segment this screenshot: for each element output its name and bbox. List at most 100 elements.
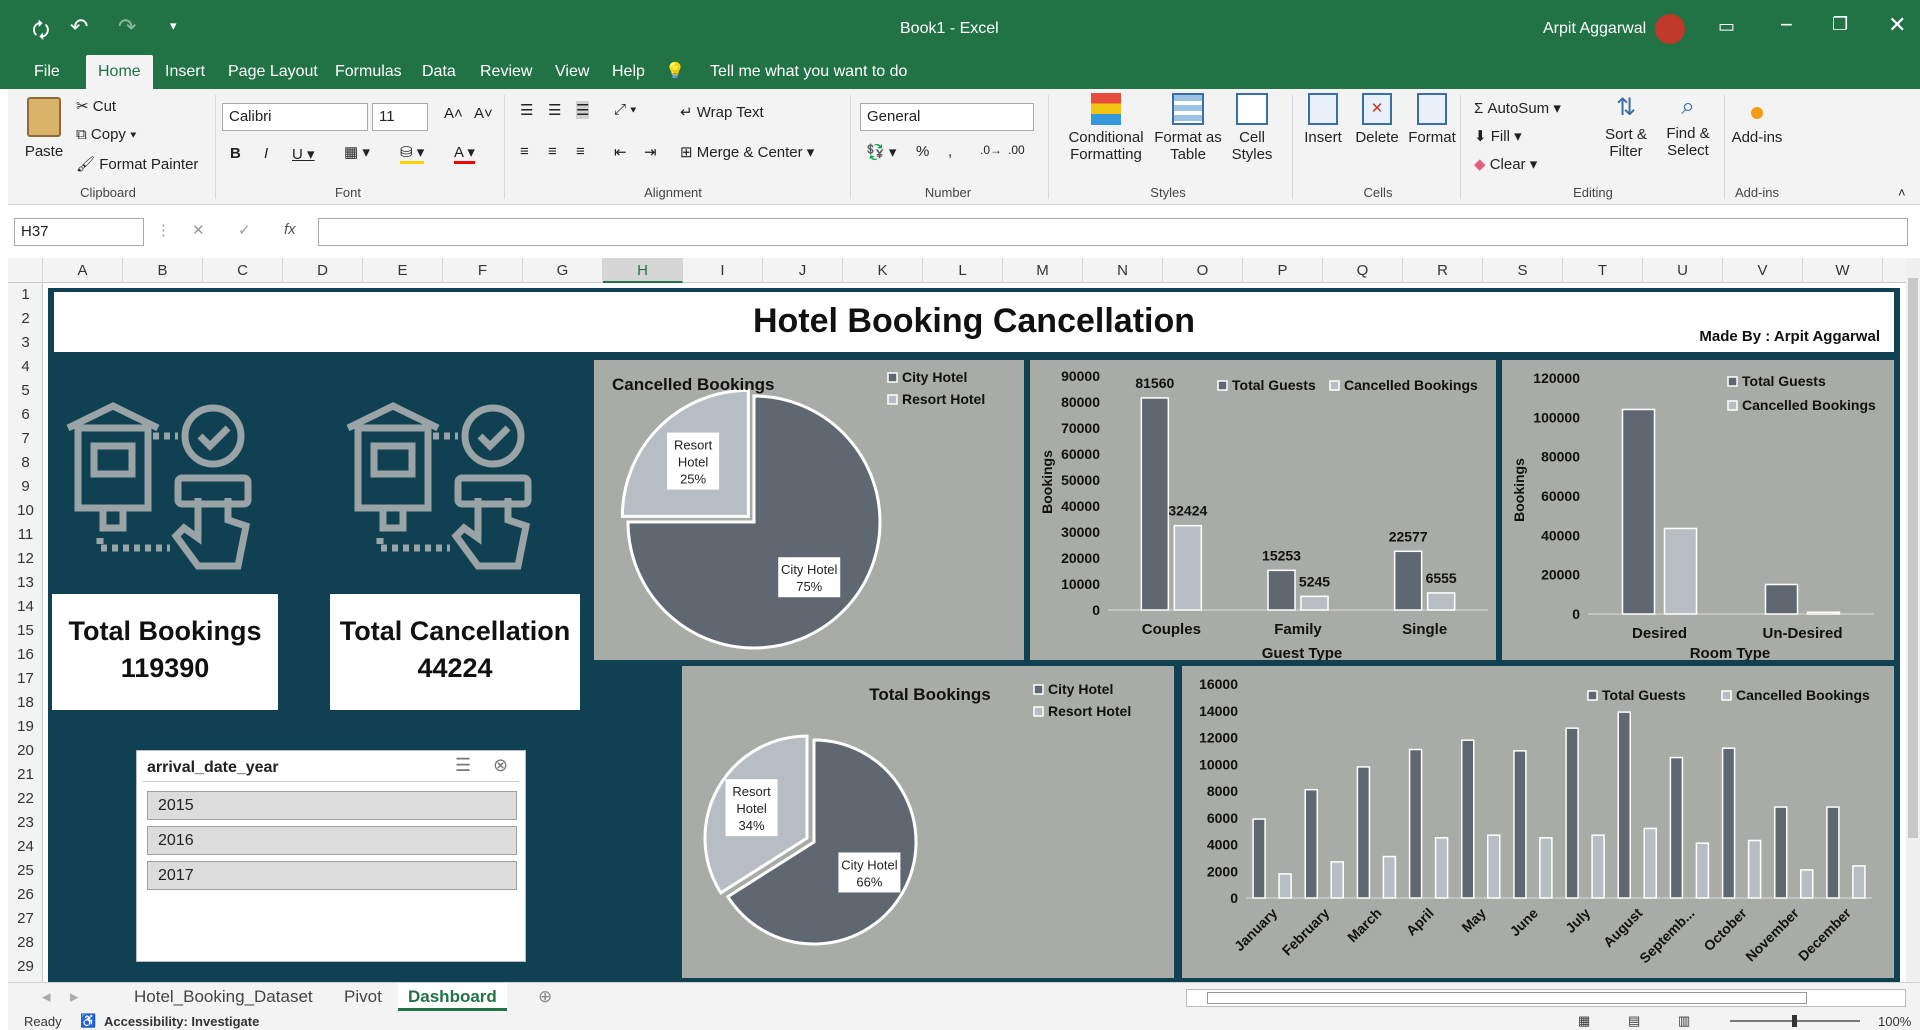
column-header[interactable]: O: [1163, 258, 1243, 283]
row-header[interactable]: 21: [8, 763, 43, 787]
row-header[interactable]: 2: [8, 307, 43, 331]
column-header[interactable]: K: [843, 258, 923, 283]
row-header[interactable]: 5: [8, 379, 43, 403]
row-header[interactable]: 17: [8, 667, 43, 691]
column-header[interactable]: D: [283, 258, 363, 283]
copy-button[interactable]: ⧉ Copy ▾: [76, 126, 136, 143]
bold-button[interactable]: B: [230, 145, 241, 162]
cancelled-bookings-chart[interactable]: City Hotel 75% Resort Hotel 25% Cancelled Boo…: [594, 360, 1024, 660]
scroll-left-icon[interactable]: ◂: [32, 983, 61, 1011]
row-header[interactable]: 26: [8, 883, 43, 907]
decrease-indent-icon[interactable]: ⇤: [614, 143, 627, 161]
slicer-item-2015[interactable]: 2015: [147, 791, 517, 820]
row-header[interactable]: 4: [8, 355, 43, 379]
avatar[interactable]: [1655, 14, 1685, 44]
add-ins-button[interactable]: Add-ins: [1724, 93, 1790, 146]
grow-font-button[interactable]: A˄: [444, 105, 463, 122]
tab-page-layout[interactable]: Page Layout: [216, 55, 330, 89]
underline-button[interactable]: U ▾: [292, 145, 315, 163]
fill-color-icon[interactable]: ⛁ ▾: [400, 143, 425, 164]
total-bookings-chart[interactable]: City Hotel 66% Resort Hotel 34% Total Booking…: [682, 666, 1174, 978]
tab-help[interactable]: Help: [600, 55, 657, 89]
sheet-tab-pivot[interactable]: Pivot: [334, 983, 392, 1011]
tab-formulas[interactable]: Formulas: [323, 55, 414, 89]
align-left-icon[interactable]: ≡: [520, 143, 529, 160]
enter-icon[interactable]: ✓: [238, 221, 251, 239]
sheet-tab-dataset[interactable]: Hotel_Booking_Dataset: [124, 983, 323, 1011]
column-header[interactable]: V: [1723, 258, 1803, 283]
select-all-corner[interactable]: [8, 258, 43, 283]
row-header[interactable]: 6: [8, 403, 43, 427]
year-slicer[interactable]: arrival_date_year ☰ ⊗ 2015 2016 2017: [136, 750, 526, 962]
row-header[interactable]: 1: [8, 283, 43, 307]
find-select-button[interactable]: ⌕ Find & Select: [1658, 93, 1718, 159]
name-box[interactable]: H37: [14, 218, 144, 246]
increase-indent-icon[interactable]: ⇥: [644, 143, 657, 161]
zoom-slider[interactable]: [1730, 1015, 1860, 1027]
ribbon-display-icon[interactable]: ▭: [1718, 16, 1735, 37]
font-color-icon[interactable]: A ▾: [454, 143, 475, 164]
redo-icon[interactable]: ↷: [118, 14, 136, 40]
number-format-select[interactable]: General: [860, 103, 1034, 131]
column-header[interactable]: R: [1403, 258, 1483, 283]
conditional-formatting-button[interactable]: Conditional Formatting: [1056, 93, 1156, 163]
merge-center-button[interactable]: ⊞ Merge & Center ▾: [680, 143, 814, 161]
accounting-icon[interactable]: 💱 ▾: [866, 143, 896, 161]
row-header[interactable]: 22: [8, 787, 43, 811]
row-header[interactable]: 11: [8, 523, 43, 547]
align-bottom-icon[interactable]: ☰: [576, 101, 590, 119]
close-icon[interactable]: ✕: [1888, 12, 1906, 38]
column-header[interactable]: L: [923, 258, 1003, 283]
clear-filter-icon[interactable]: ⊗: [493, 755, 508, 776]
row-header[interactable]: 19: [8, 715, 43, 739]
percent-icon[interactable]: %: [916, 143, 929, 160]
vertical-scrollbar[interactable]: [1906, 258, 1920, 982]
undo-icon[interactable]: ↶: [70, 14, 88, 40]
column-header[interactable]: F: [443, 258, 523, 283]
h-scroll-thumb[interactable]: [1207, 992, 1807, 1004]
minimize-icon[interactable]: −: [1780, 12, 1793, 38]
column-header[interactable]: Q: [1323, 258, 1403, 283]
normal-view-icon[interactable]: ▦: [1578, 1013, 1590, 1029]
column-header[interactable]: S: [1483, 258, 1563, 283]
italic-button[interactable]: I: [264, 145, 268, 162]
row-header[interactable]: 15: [8, 619, 43, 643]
tab-insert[interactable]: Insert: [153, 55, 217, 89]
tell-me-search[interactable]: Tell me what you want to do: [698, 55, 919, 89]
row-header[interactable]: 23: [8, 811, 43, 835]
insert-cells-button[interactable]: Insert: [1298, 93, 1348, 146]
decrease-decimal-icon[interactable]: .00: [1008, 143, 1025, 157]
add-sheet-icon[interactable]: ⊕: [528, 983, 562, 1011]
font-size-select[interactable]: 11: [372, 103, 428, 131]
restore-icon[interactable]: ❐: [1832, 14, 1848, 35]
column-header[interactable]: M: [1003, 258, 1083, 283]
column-header[interactable]: G: [523, 258, 603, 283]
column-header[interactable]: C: [203, 258, 283, 283]
zoom-thumb[interactable]: [1792, 1015, 1797, 1027]
align-top-icon[interactable]: ☰: [520, 101, 533, 119]
increase-decimal-icon[interactable]: .0→: [980, 143, 1002, 157]
delete-cells-button[interactable]: ✕ Delete: [1352, 93, 1402, 146]
format-painter-button[interactable]: 🖌 Format Painter: [76, 155, 198, 173]
collapse-ribbon-icon[interactable]: ˄: [1898, 185, 1906, 200]
fill-button[interactable]: ⬇ Fill ▾: [1474, 127, 1522, 145]
column-header[interactable]: E: [363, 258, 443, 283]
slicer-item-2016[interactable]: 2016: [147, 826, 517, 855]
tab-review[interactable]: Review: [468, 55, 544, 89]
scroll-right-icon[interactable]: ▸: [60, 983, 89, 1011]
align-center-icon[interactable]: ≡: [548, 143, 557, 160]
customize-qat-icon[interactable]: ▾: [170, 18, 177, 34]
orientation-icon[interactable]: ⤢ ▾: [614, 101, 636, 118]
autosave-icon[interactable]: 🗘: [32, 16, 50, 50]
room-type-chart[interactable]: 120000 100000 80000 60000 40000 20000 0 Desired…: [1502, 360, 1894, 662]
monthly-bookings-chart[interactable]: 16000 14000 12000 10000 8000 6000 4000 2000 0 Jan…: [1182, 666, 1894, 978]
tab-view[interactable]: View: [543, 55, 601, 89]
tab-home[interactable]: Home: [86, 55, 153, 89]
column-header[interactable]: N: [1083, 258, 1163, 283]
column-header[interactable]: H: [603, 258, 683, 283]
row-header[interactable]: 3: [8, 331, 43, 355]
align-middle-icon[interactable]: ☰: [548, 101, 561, 119]
slicer-item-2017[interactable]: 2017: [147, 861, 517, 890]
row-header[interactable]: 8: [8, 451, 43, 475]
row-header[interactable]: 12: [8, 547, 43, 571]
